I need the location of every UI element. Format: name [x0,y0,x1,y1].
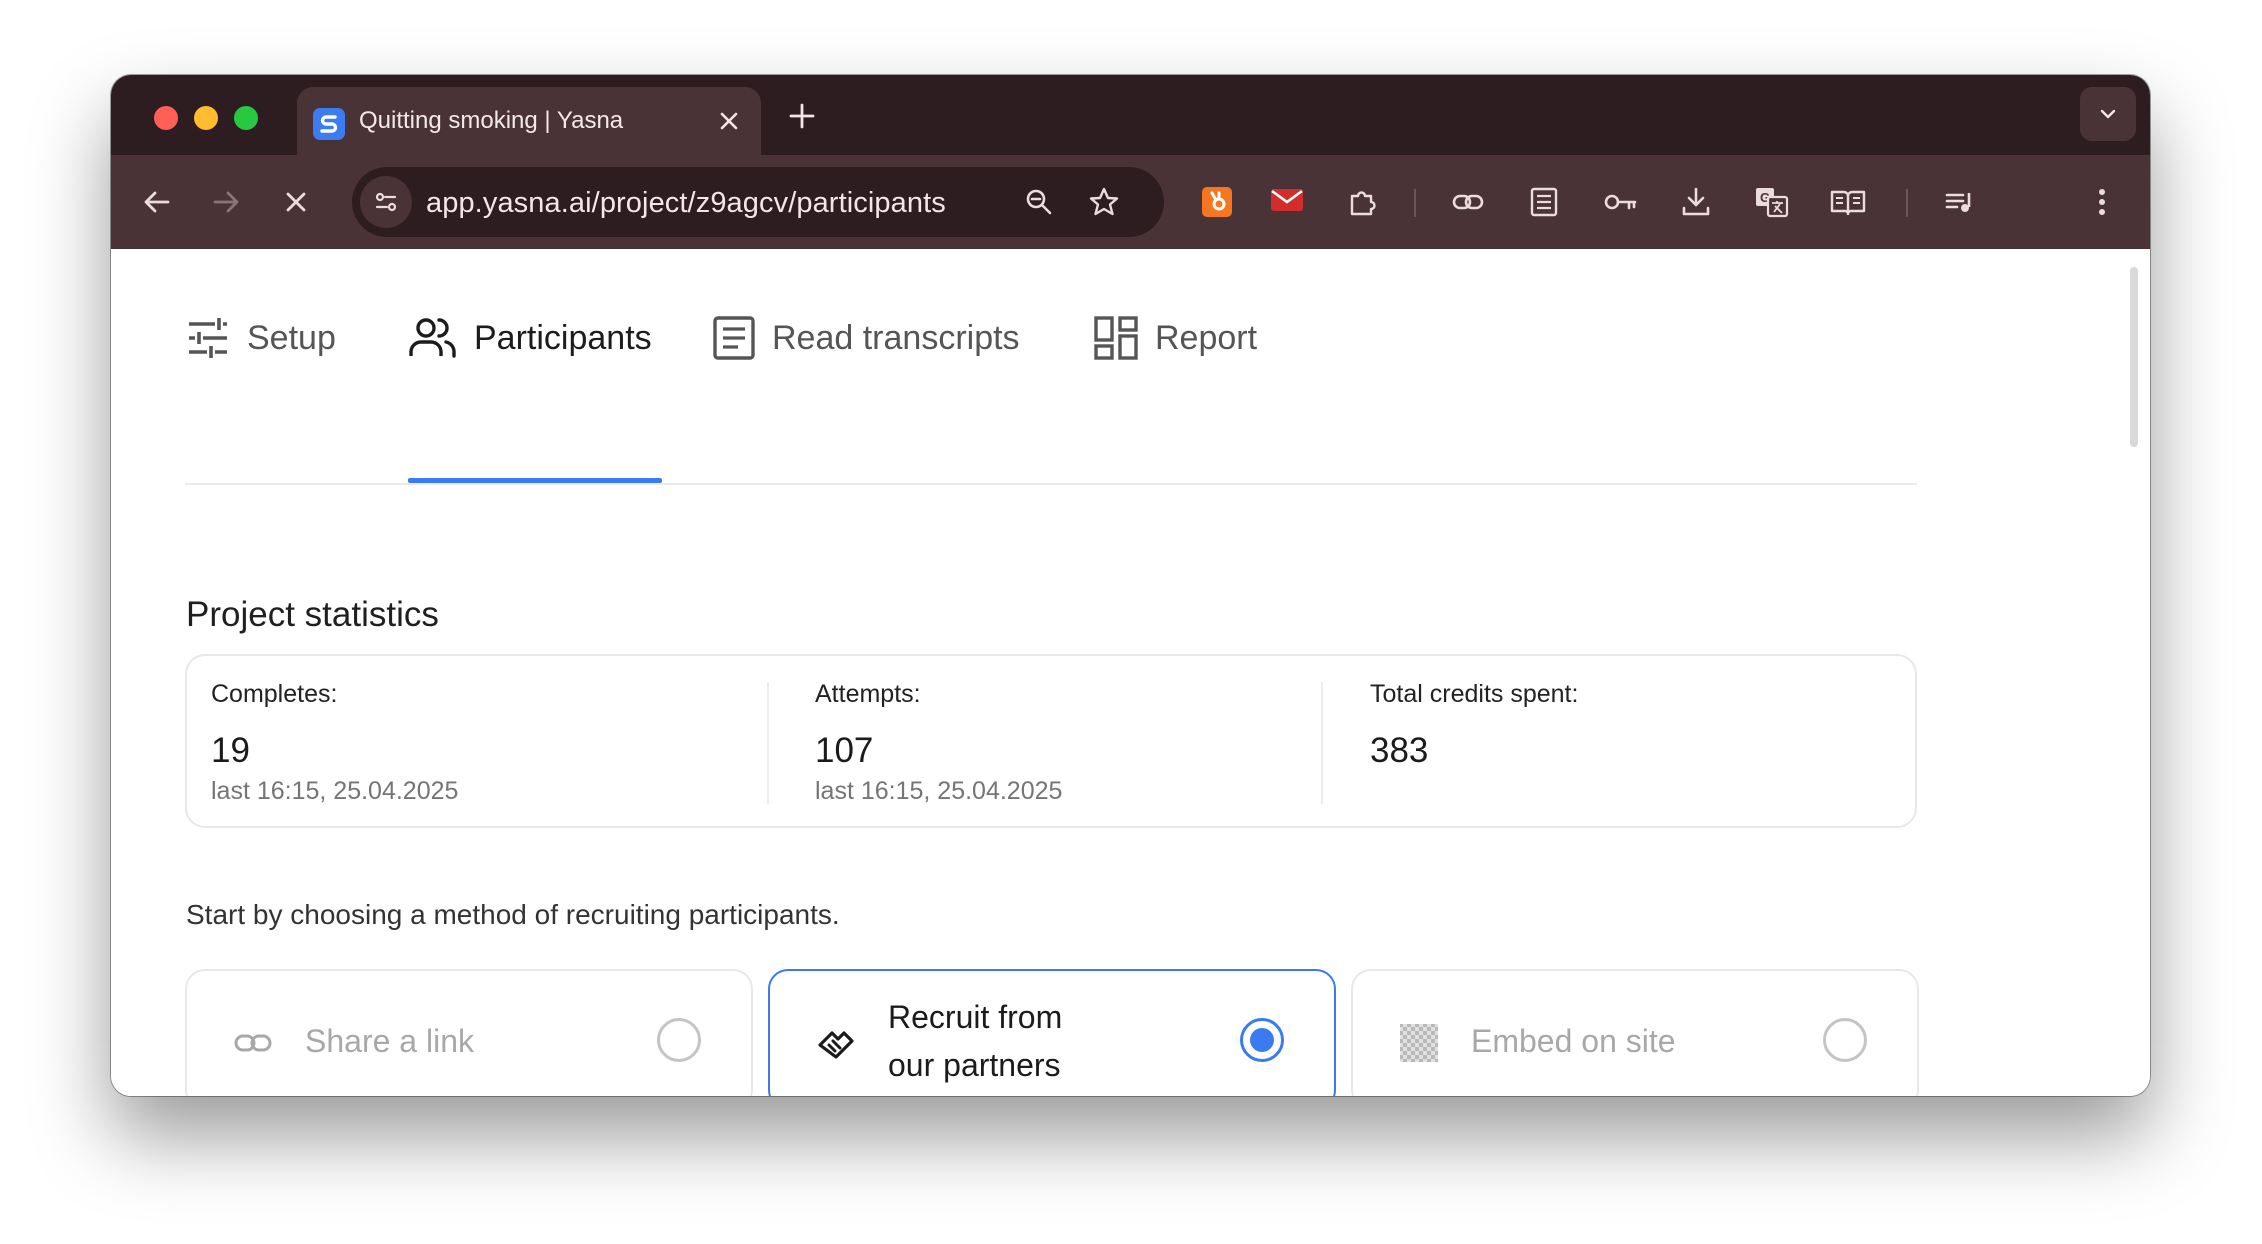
hubspot-extension-icon[interactable] [1198,183,1236,221]
embed-site-radio[interactable] [1823,1018,1867,1062]
share-link-option[interactable]: Share a link [185,969,753,1096]
chevron-down-icon [2100,109,2116,119]
credits-stat: Total credits spent: 383 [1370,680,1578,771]
embed-icon [1400,1024,1438,1062]
tab-setup-label: Setup [247,318,336,357]
maximize-window-button[interactable] [234,106,258,130]
tab-strip: Quitting smoking | Yasna [111,75,2150,155]
toolbar-separator [1906,189,1908,217]
reading-list-icon[interactable] [1525,183,1563,221]
page-content: Setup Participants Read transcripts Repo… [111,249,2150,1096]
address-bar[interactable]: app.yasna.ai/project/z9agcv/participants [352,167,1164,237]
attempts-stat: Attempts: 107 last 16:15, 25.04.2025 [815,680,1062,806]
credits-value: 383 [1370,731,1429,770]
recruit-intro: Start by choosing a method of recruiting… [186,899,840,930]
browser-tab[interactable]: Quitting smoking | Yasna [297,87,761,155]
completes-value: 19 [211,731,250,770]
project-tabs: Setup Participants Read transcripts Repo… [185,249,1917,485]
url-text[interactable]: app.yasna.ai/project/z9agcv/participants [426,187,946,220]
completes-last: last 16:15, 25.04.2025 [211,777,459,805]
stat-divider [1321,682,1323,804]
browser-menu-icon[interactable] [2083,183,2121,221]
tab-setup[interactable]: Setup [185,315,336,361]
stat-divider [767,682,769,804]
media-control-icon[interactable] [1941,183,1979,221]
stop-loading-icon[interactable] [279,185,313,219]
share-link-label: Share a link [305,1023,474,1059]
new-tab-icon[interactable] [787,101,817,131]
people-icon [409,318,456,358]
tab-report[interactable]: Report [1093,315,1257,361]
back-arrow-icon[interactable] [140,185,174,219]
tab-participants-label: Participants [474,318,652,357]
close-window-button[interactable] [154,106,178,130]
link-icon [234,1034,272,1052]
link-extension-icon[interactable] [1449,183,1487,221]
recruit-partners-option[interactable]: Recruit from our partners [768,969,1336,1096]
zoom-icon[interactable] [1022,185,1056,219]
recruit-partners-label-line1: Recruit from [888,999,1063,1035]
embed-site-label: Embed on site [1471,1023,1676,1059]
download-icon[interactable] [1677,183,1715,221]
password-key-icon[interactable] [1601,183,1639,221]
site-info-icon[interactable] [360,176,412,228]
forward-arrow-icon[interactable] [209,185,243,219]
minimize-window-button[interactable] [194,106,218,130]
close-tab-icon[interactable] [717,109,741,133]
credits-label: Total credits spent: [1370,680,1579,708]
vertical-scrollbar[interactable] [2130,267,2138,447]
embed-site-option[interactable]: Embed on site [1351,969,1919,1096]
share-link-radio[interactable] [657,1018,701,1062]
tab-title: Quitting smoking | Yasna [359,107,624,134]
document-icon [713,316,755,360]
browser-toolbar: app.yasna.ai/project/z9agcv/participants… [111,155,2150,302]
completes-label: Completes: [211,680,338,708]
dashboard-icon [1094,316,1138,360]
mail-extension-icon[interactable] [1268,183,1306,221]
attempts-last: last 16:15, 25.04.2025 [815,777,1063,805]
recruit-partners-radio[interactable] [1240,1018,1284,1062]
tab-search-button[interactable] [2080,87,2136,141]
completes-stat: Completes: 19 last 16:15, 25.04.2025 [211,680,458,806]
handshake-icon [818,1031,854,1059]
browser-window: Quitting smoking | Yasna app.yasna.ai/pr… [111,75,2150,1096]
tab-read-transcripts-label: Read transcripts [772,318,1020,357]
yasna-favicon-icon [313,108,345,140]
tab-report-label: Report [1155,318,1258,357]
attempts-label: Attempts: [815,680,921,708]
bookmark-star-icon[interactable] [1087,185,1121,219]
tab-participants[interactable]: Participants [408,315,652,361]
recruit-partners-label-line2: our partners [888,1047,1061,1083]
reader-mode-icon[interactable] [1829,183,1867,221]
puzzle-extensions-icon[interactable] [1344,183,1382,221]
tab-read-transcripts[interactable]: Read transcripts [712,315,1020,361]
statistics-card: Completes: 19 last 16:15, 25.04.2025 Att… [185,654,1917,828]
translate-icon[interactable]: G [1753,183,1791,221]
toolbar-separator [1414,189,1416,217]
active-tab-indicator [408,478,662,483]
statistics-title: Project statistics [186,595,439,634]
sliders-icon [189,318,227,358]
attempts-value: 107 [815,731,874,770]
